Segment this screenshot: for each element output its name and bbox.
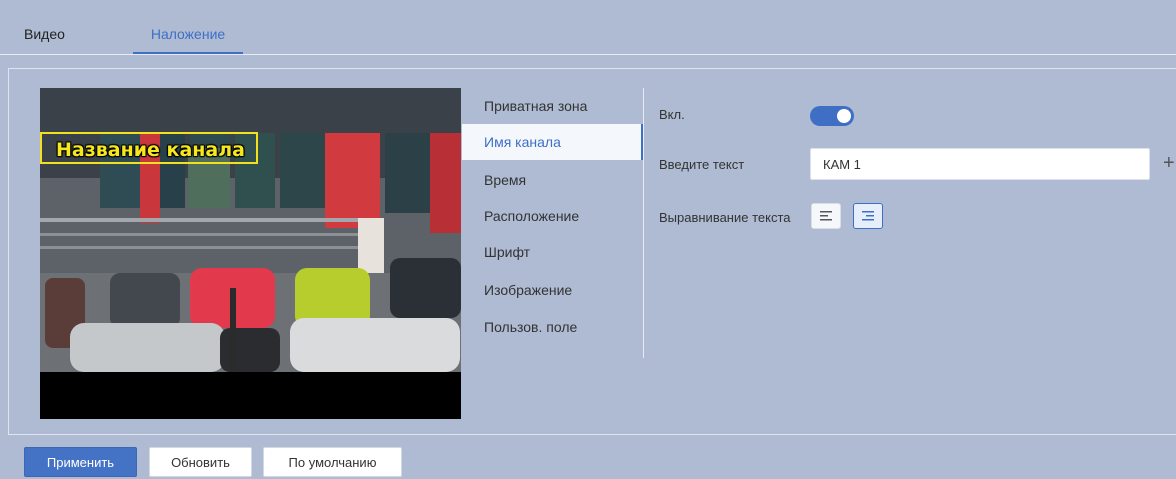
- submenu-image[interactable]: Изображение: [462, 272, 643, 308]
- osd-channel-name-text: Название канала: [56, 139, 245, 161]
- submenu-privacy-zone[interactable]: Приватная зона: [462, 88, 643, 124]
- toggle-knob: [837, 109, 851, 123]
- align-label: Выравнивание текста: [659, 210, 791, 225]
- align-left-icon: [820, 211, 832, 221]
- channel-name-input[interactable]: [810, 148, 1150, 180]
- tab-overlay[interactable]: Наложение: [133, 26, 243, 42]
- active-tab-indicator: [133, 52, 243, 54]
- align-right-icon: [862, 211, 874, 221]
- submenu-position[interactable]: Расположение: [462, 198, 643, 234]
- submenu-font[interactable]: Шрифт: [462, 234, 643, 270]
- plus-icon[interactable]: +: [1163, 152, 1175, 175]
- align-left-button[interactable]: [811, 203, 841, 229]
- overlay-submenu: Приватная зона Имя канала Время Располож…: [462, 88, 644, 358]
- apply-button[interactable]: Применить: [24, 447, 137, 477]
- default-button[interactable]: По умолчанию: [263, 447, 402, 477]
- submenu-channel-name[interactable]: Имя канала: [462, 124, 643, 160]
- submenu-custom-field[interactable]: Пользов. поле: [462, 309, 643, 345]
- refresh-button[interactable]: Обновить: [149, 447, 252, 477]
- enable-toggle[interactable]: [810, 106, 854, 126]
- tab-bar: Видео Наложение: [0, 0, 1176, 55]
- camera-preview: Название канала: [40, 88, 461, 419]
- tab-video[interactable]: Видео: [24, 26, 65, 42]
- align-right-button[interactable]: [853, 203, 883, 229]
- text-label: Введите текст: [659, 157, 745, 172]
- enable-label: Вкл.: [659, 107, 685, 122]
- submenu-time[interactable]: Время: [462, 162, 643, 198]
